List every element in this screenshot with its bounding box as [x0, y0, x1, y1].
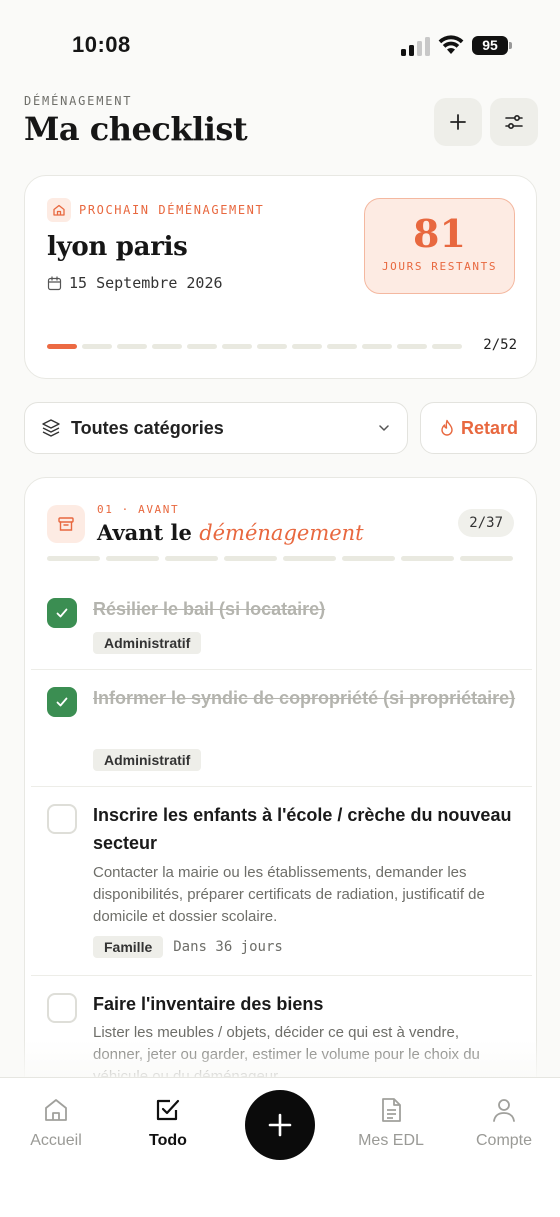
- section-title: Avant le déménagement: [97, 520, 364, 545]
- tab-account[interactable]: Compte: [454, 1094, 554, 1150]
- flame-icon: [441, 419, 453, 436]
- late-filter-button[interactable]: Retard: [420, 402, 537, 454]
- progress-segment: [292, 343, 322, 349]
- move-progress-bar: [47, 343, 462, 349]
- task-checkbox[interactable]: [47, 598, 77, 628]
- task-title[interactable]: Faire l'inventaire des biens: [93, 990, 523, 1018]
- progress-segment: [117, 343, 147, 349]
- add-task-button[interactable]: [434, 98, 482, 146]
- page-title: Ma checklist: [24, 110, 248, 148]
- next-move-label: PROCHAIN DÉMÉNAGEMENT: [79, 203, 265, 217]
- progress-segment: [222, 343, 252, 349]
- progress-segment: [257, 343, 287, 349]
- plus-icon: [450, 114, 466, 130]
- progress-segment: [47, 343, 77, 349]
- progress-segment: [224, 556, 277, 561]
- check-icon: [56, 697, 68, 707]
- task-item: Informer le syndic de copropriété (si pr…: [31, 670, 532, 787]
- move-progress: 2/52: [47, 336, 517, 356]
- tab-home[interactable]: Accueil: [6, 1094, 106, 1150]
- scroll-fade: [0, 1040, 560, 1078]
- home-icon: [47, 198, 71, 222]
- progress-segment: [362, 343, 392, 349]
- layers-icon: [42, 419, 60, 437]
- task-category-tag: Administratif: [93, 749, 202, 771]
- task-checkbox[interactable]: [47, 804, 77, 834]
- progress-segment: [342, 556, 395, 561]
- category-select[interactable]: Toutes catégories: [24, 402, 408, 454]
- task-meta: Famille Dans 36 jours: [93, 936, 283, 958]
- progress-segment: [165, 556, 218, 561]
- move-date: 15 Septembre 2026: [47, 274, 223, 292]
- status-time: 10:08: [72, 32, 131, 57]
- tab-edl-label: Mes EDL: [358, 1132, 424, 1149]
- task-item: Inscrire les enfants à l'école / crèche …: [31, 787, 532, 976]
- tab-todo[interactable]: Todo: [118, 1094, 218, 1150]
- move-progress-count: 2/52: [483, 337, 517, 353]
- plus-icon: [268, 1113, 292, 1137]
- progress-segment: [327, 343, 357, 349]
- page-eyebrow: DÉMÉNAGEMENT: [24, 94, 133, 108]
- move-name: lyon paris: [47, 232, 188, 262]
- section-eyebrow: 01 · AVANT: [97, 503, 180, 516]
- document-icon: [382, 1098, 401, 1122]
- task-category-tag: Famille: [93, 936, 164, 958]
- task-meta: Administratif: [93, 632, 202, 654]
- task-title[interactable]: Inscrire les enfants à l'école / crèche …: [93, 801, 523, 857]
- progress-segment: [283, 556, 336, 561]
- task-item: Résilier le bail (si locataire) Administ…: [31, 580, 532, 670]
- task-due: Dans 36 jours: [173, 939, 283, 955]
- progress-segment: [152, 343, 182, 349]
- days-remaining-box: 81 JOURS RESTANTS: [364, 198, 515, 294]
- task-checkbox[interactable]: [47, 687, 77, 717]
- section-title-accent: déménagement: [199, 521, 364, 545]
- tab-account-label: Compte: [475, 1132, 533, 1149]
- move-date-text: 15 Septembre 2026: [69, 274, 223, 292]
- days-remaining-label: JOURS RESTANTS: [381, 260, 498, 273]
- add-fab-button[interactable]: [245, 1090, 315, 1160]
- progress-segment: [432, 343, 462, 349]
- check-icon: [56, 608, 68, 618]
- sliders-icon: [505, 114, 523, 130]
- task-checkbox[interactable]: [47, 993, 77, 1023]
- days-remaining-value: 81: [413, 211, 466, 256]
- status-bar: 10:08 95: [0, 0, 560, 80]
- filter-settings-button[interactable]: [490, 98, 538, 146]
- progress-segment: [397, 343, 427, 349]
- tab-home-label: Accueil: [30, 1132, 82, 1149]
- battery-icon: 95: [472, 36, 512, 55]
- calendar-icon: [47, 275, 62, 290]
- task-category-tag: Administratif: [93, 632, 202, 654]
- tab-edl[interactable]: Mes EDL: [341, 1094, 441, 1150]
- section-title-prefix: Avant le: [97, 520, 192, 545]
- section-count: 2/37: [458, 509, 514, 537]
- tab-todo-label: Todo: [149, 1132, 187, 1149]
- late-filter-label: Retard: [460, 417, 518, 438]
- archive-box-icon: [47, 505, 85, 543]
- progress-segment: [47, 556, 100, 561]
- user-icon: [493, 1099, 515, 1122]
- task-meta: Administratif: [93, 749, 202, 771]
- chevron-down-icon: [379, 425, 389, 431]
- checkbox-icon: [156, 1099, 180, 1121]
- home-icon: [45, 1099, 67, 1121]
- wifi-icon: [438, 35, 464, 54]
- task-title[interactable]: Informer le syndic de copropriété (si pr…: [93, 684, 523, 712]
- progress-segment: [460, 556, 513, 561]
- section-progress-bar: [47, 556, 513, 561]
- task-description: Contacter la mairie ou les établissement…: [93, 864, 485, 925]
- cellular-signal-icon: [401, 37, 430, 56]
- bottom-tab-bar: Accueil Todo Mes EDL Compte: [0, 1077, 560, 1217]
- category-select-value: Toutes catégories: [71, 417, 224, 438]
- progress-segment: [82, 343, 112, 349]
- progress-segment: [401, 556, 454, 561]
- task-title[interactable]: Résilier le bail (si locataire): [93, 595, 523, 623]
- progress-segment: [187, 343, 217, 349]
- next-move-card[interactable]: PROCHAIN DÉMÉNAGEMENT lyon paris 15 Sept…: [24, 175, 537, 379]
- next-move-badge: PROCHAIN DÉMÉNAGEMENT: [47, 198, 264, 222]
- progress-segment: [106, 556, 159, 561]
